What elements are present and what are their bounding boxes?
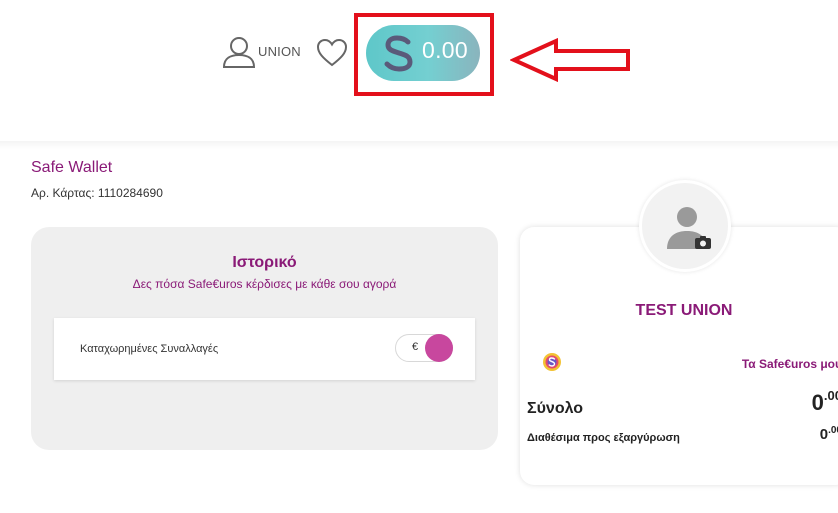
header: UNION 0.00	[0, 0, 838, 142]
my-safe-euros-link[interactable]: Τα Safe€uros μου	[742, 357, 838, 371]
history-subtitle: Δες πόσα Safe€uros κέρδισες με κάθε σου …	[132, 277, 397, 291]
available-value-int: 0	[819, 426, 829, 443]
profile-name: TEST UNION	[635, 302, 733, 319]
transactions-row[interactable]: Καταχωρημένες Συναλλαγές €	[54, 318, 475, 380]
card-number: Αρ. Κάρτας: 1110284690	[31, 186, 163, 200]
currency-toggle[interactable]: €	[395, 334, 453, 362]
total-label: Σύνολο	[527, 400, 584, 417]
camera-icon[interactable]	[694, 235, 712, 250]
user-name[interactable]: UNION	[258, 44, 301, 59]
wallet-title: Safe Wallet	[31, 159, 113, 176]
safe-coin-icon	[543, 353, 561, 371]
available-value-decimals: .00	[828, 425, 838, 436]
annotation-highlight-box	[354, 13, 494, 96]
total-value-int: 0	[811, 390, 824, 415]
history-card: Ιστορικό Δες πόσα Safe€uros κέρδισες με …	[31, 227, 498, 450]
available-value: 0.00	[819, 425, 838, 443]
user-icon[interactable]	[222, 35, 256, 69]
total-value: 0.00	[811, 388, 838, 416]
heart-icon[interactable]	[316, 38, 348, 68]
available-label: Διαθέσιμα προς εξαργύρωση	[527, 432, 680, 444]
annotation-arrow	[510, 38, 630, 82]
transactions-label: Καταχωρημένες Συναλλαγές	[80, 343, 219, 355]
toggle-knob[interactable]	[425, 334, 453, 362]
history-title: Ιστορικό	[232, 254, 297, 271]
toggle-currency-symbol: €	[412, 341, 419, 353]
total-value-decimals: .00	[823, 388, 838, 403]
avatar[interactable]	[639, 180, 731, 272]
header-divider	[0, 141, 838, 149]
